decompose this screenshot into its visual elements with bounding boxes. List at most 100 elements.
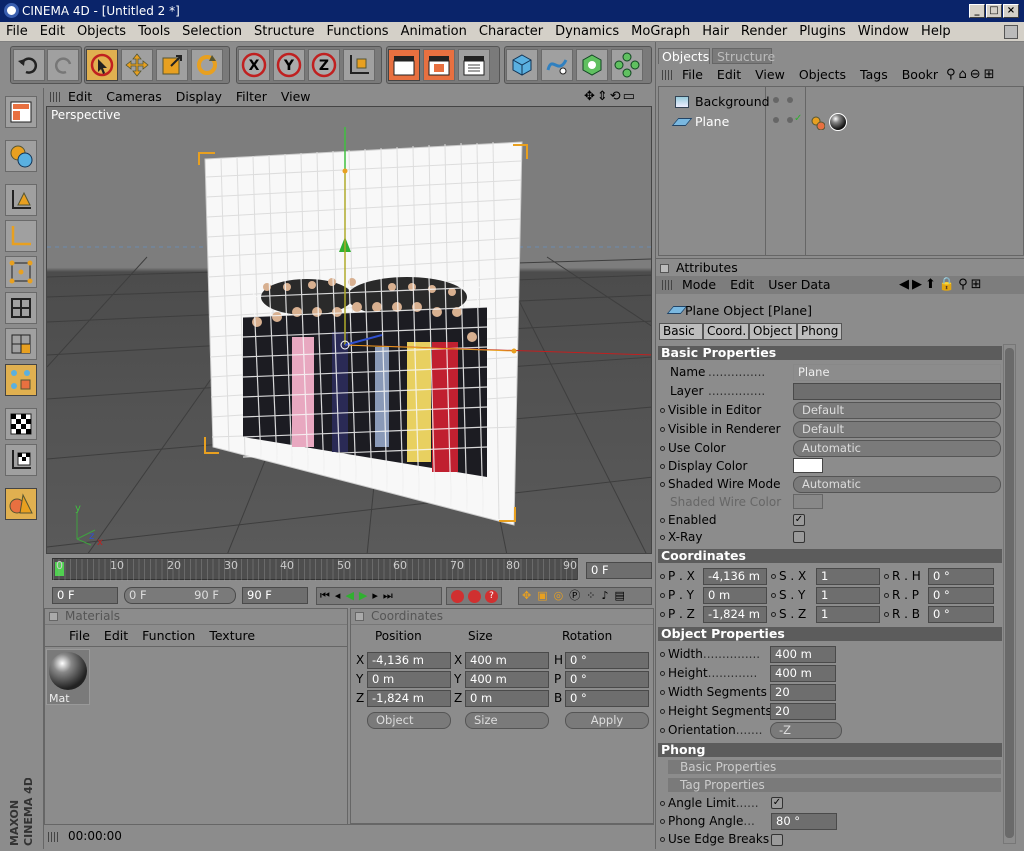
tab-coord[interactable]: Coord. [703,323,749,340]
rb-field[interactable]: 0 ° [928,606,994,623]
close-button[interactable]: × [1003,4,1019,18]
coordinate-system-icon[interactable] [343,49,375,81]
autokey-icon[interactable] [468,590,481,603]
attributes-menu-edit[interactable]: Edit [730,276,754,293]
cube-icon[interactable] [506,49,538,81]
orientation-dropdown[interactable]: -Z [770,722,842,739]
objects-menu-file[interactable]: File [682,66,703,83]
x-axis-lock-icon[interactable]: X [238,49,270,81]
edges-mode-icon[interactable] [5,292,37,324]
phong-tag-icon[interactable] [811,116,826,131]
undo-icon[interactable] [13,49,45,81]
attributes-nav-icons[interactable]: ◀▶⬆🔒⚲⊞ [899,276,985,293]
rp-field[interactable]: 0 ° [928,587,994,604]
viewport-menu-display[interactable]: Display [176,88,222,105]
pos-z-field[interactable]: -1,824 m [367,690,451,707]
key-scale-icon[interactable]: ▣ [537,589,553,602]
rot-p-field[interactable]: 0 ° [565,671,649,688]
timeline-ruler[interactable]: 0 10 20 30 40 50 60 70 80 90 [52,558,579,581]
object-row-background[interactable]: Background [661,93,793,111]
section-coordinates[interactable]: Coordinates [658,549,1002,563]
rot-b-field[interactable]: 0 ° [565,690,649,707]
rotate-icon[interactable] [191,49,223,81]
layout-icon[interactable] [1004,25,1018,39]
axis-mode-icon[interactable] [5,220,37,252]
scrollbar-thumb[interactable] [1005,348,1014,838]
keyframe-help-icon[interactable]: ? [485,590,498,603]
attributes-menu-mode[interactable]: Mode [682,276,716,293]
nurbs-icon[interactable] [576,49,608,81]
viewport-menu-filter[interactable]: Filter [236,88,267,105]
end-frame-field[interactable]: 90 F [242,587,308,604]
redo-icon[interactable] [47,49,79,81]
key-points-icon[interactable]: ⁘ [586,589,601,602]
current-frame-field[interactable]: 0 F [586,562,652,579]
attributes-menu-userdata[interactable]: User Data [768,276,830,293]
spline-icon[interactable] [541,49,573,81]
menu-edit[interactable]: Edit [34,22,71,42]
pos-x-field[interactable]: -4,136 m [367,652,451,669]
section-phong[interactable]: Phong [658,743,1002,757]
menu-help[interactable]: Help [915,22,957,42]
menu-plugins[interactable]: Plugins [793,22,852,42]
menu-character[interactable]: Character [473,22,549,42]
tab-phong[interactable]: Phong [797,323,842,340]
name-field[interactable]: Plane [793,364,1001,381]
phong-angle-field[interactable]: 80 ° [771,813,837,830]
xray-checkbox[interactable] [793,531,805,543]
width-field[interactable]: 400 m [770,646,836,663]
materials-menu-texture[interactable]: Texture [209,627,255,644]
layer-field[interactable] [793,383,1001,400]
array-icon[interactable] [611,49,643,81]
tab-objects[interactable]: Objects [658,48,710,64]
visible-editor-dropdown[interactable]: Default [793,402,1001,419]
shaded-wire-color-swatch[interactable] [793,494,823,509]
material-item[interactable]: Mat [46,649,90,705]
layout-view-icon[interactable] [5,96,37,128]
move-icon[interactable] [121,49,153,81]
menu-selection[interactable]: Selection [176,22,248,42]
start-frame-field[interactable]: 0 F [52,587,118,604]
phong-tag-properties[interactable]: Tag Properties [668,778,1001,792]
play-forward-icon[interactable]: ▶ [359,589,372,602]
points-mode-icon[interactable] [5,256,37,288]
py-field[interactable]: 0 m [703,587,767,604]
object-row-plane[interactable]: Plane ✓ [661,113,847,131]
workplane-icon[interactable] [5,444,37,476]
angle-limit-checkbox[interactable]: ✓ [771,797,783,809]
scale-icon[interactable] [156,49,188,81]
prev-frame-icon[interactable]: ◂ [335,589,346,602]
menu-functions[interactable]: Functions [321,22,395,42]
minimize-button[interactable]: _ [969,4,985,18]
render-view-icon[interactable] [388,49,420,81]
key-doc-icon[interactable]: ▤ [614,589,630,602]
live-selection-icon[interactable] [86,49,118,81]
enabled-check-icon[interactable]: ✓ [794,113,802,124]
use-color-dropdown[interactable]: Automatic [793,440,1001,457]
y-axis-lock-icon[interactable]: Y [273,49,305,81]
texture-tag-icon[interactable] [829,113,847,131]
menu-hair[interactable]: Hair [696,22,735,42]
materials-menu-edit[interactable]: Edit [104,627,128,644]
render-settings-icon[interactable] [458,49,490,81]
size-x-field[interactable]: 400 m [465,652,549,669]
menu-objects[interactable]: Objects [71,22,132,42]
sy-field[interactable]: 1 [816,587,880,604]
menu-structure[interactable]: Structure [248,22,320,42]
enabled-checkbox[interactable]: ✓ [793,514,805,526]
viewport-menu-cameras[interactable]: Cameras [106,88,162,105]
size-y-field[interactable]: 400 m [465,671,549,688]
section-object-properties[interactable]: Object Properties [658,627,1002,641]
menu-tools[interactable]: Tools [132,22,176,42]
tab-structure[interactable]: Structure [712,48,775,64]
preview-range-slider[interactable]: 0 F 90 F [124,587,236,604]
objects-menu-tags[interactable]: Tags [860,66,888,83]
menu-render[interactable]: Render [735,22,793,42]
goto-start-icon[interactable]: ⏮ [320,589,335,602]
visible-renderer-dropdown[interactable]: Default [793,421,1001,438]
materials-menu-file[interactable]: File [69,627,90,644]
model-mode-icon[interactable] [5,364,37,396]
size-mode-dropdown[interactable]: Size [465,712,549,729]
z-axis-lock-icon[interactable]: Z [308,49,340,81]
menu-dynamics[interactable]: Dynamics [549,22,625,42]
